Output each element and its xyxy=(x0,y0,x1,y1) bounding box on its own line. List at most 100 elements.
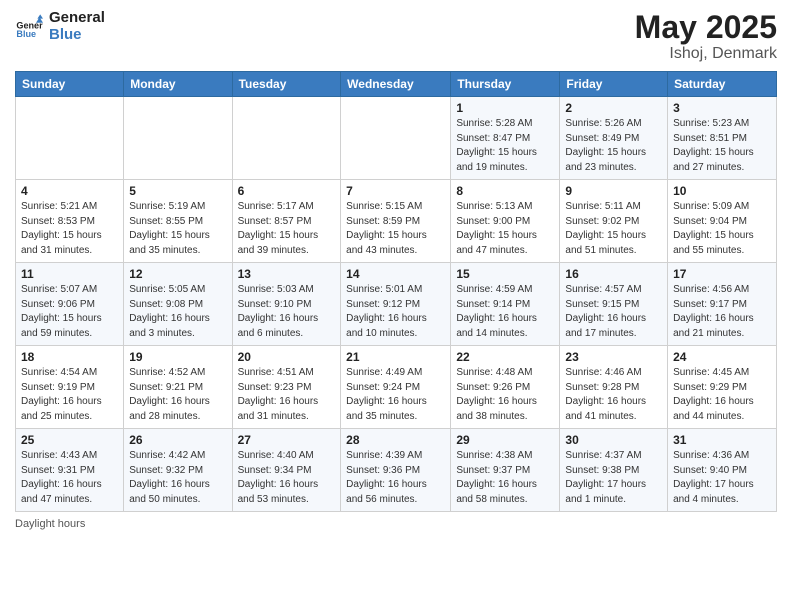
day-number: 17 xyxy=(673,267,771,281)
calendar-day-8: 8 Sunrise: 5:13 AM Sunset: 9:00 PM Daylig… xyxy=(451,180,560,263)
day-info: Sunrise: 4:42 AM Sunset: 9:32 PM Dayligh… xyxy=(129,449,226,507)
day-number: 26 xyxy=(129,433,226,447)
calendar-day-26: 26 Sunrise: 4:42 AM Sunset: 9:32 PM Dayli… xyxy=(124,429,232,512)
footer: Daylight hours xyxy=(15,518,777,530)
day-number: 1 xyxy=(456,101,554,115)
day-number: 11 xyxy=(21,267,118,281)
day-number: 3 xyxy=(673,101,771,115)
day-info: Sunrise: 5:21 AM Sunset: 8:53 PM Dayligh… xyxy=(21,200,118,258)
day-info: Sunrise: 4:43 AM Sunset: 9:31 PM Dayligh… xyxy=(21,449,118,507)
day-number: 7 xyxy=(346,184,445,198)
day-info: Sunrise: 5:11 AM Sunset: 9:02 PM Dayligh… xyxy=(565,200,662,258)
day-info: Sunrise: 5:15 AM Sunset: 8:59 PM Dayligh… xyxy=(346,200,445,258)
day-number: 5 xyxy=(129,184,226,198)
calendar-week-2: 4 Sunrise: 5:21 AM Sunset: 8:53 PM Daylig… xyxy=(16,180,777,263)
weekday-header-sunday: Sunday xyxy=(16,72,124,97)
day-info: Sunrise: 4:40 AM Sunset: 9:34 PM Dayligh… xyxy=(238,449,336,507)
empty-day xyxy=(124,97,232,180)
calendar-week-3: 11 Sunrise: 5:07 AM Sunset: 9:06 PM Dayli… xyxy=(16,263,777,346)
day-info: Sunrise: 5:19 AM Sunset: 8:55 PM Dayligh… xyxy=(129,200,226,258)
calendar-day-4: 4 Sunrise: 5:21 AM Sunset: 8:53 PM Daylig… xyxy=(16,180,124,263)
day-info: Sunrise: 5:17 AM Sunset: 8:57 PM Dayligh… xyxy=(238,200,336,258)
weekday-header-tuesday: Tuesday xyxy=(232,72,341,97)
day-number: 23 xyxy=(565,350,662,364)
calendar-day-24: 24 Sunrise: 4:45 AM Sunset: 9:29 PM Dayli… xyxy=(668,346,777,429)
weekday-header-friday: Friday xyxy=(560,72,668,97)
day-number: 21 xyxy=(346,350,445,364)
calendar-day-10: 10 Sunrise: 5:09 AM Sunset: 9:04 PM Dayli… xyxy=(668,180,777,263)
calendar-day-27: 27Sunrise: 4:40 AM Sunset: 9:34 PM Dayli… xyxy=(232,429,341,512)
day-info: Sunrise: 4:46 AM Sunset: 9:28 PM Dayligh… xyxy=(565,366,662,424)
weekday-header-monday: Monday xyxy=(124,72,232,97)
calendar-day-28: 28 Sunrise: 4:39 AM Sunset: 9:36 PM Dayli… xyxy=(341,429,451,512)
day-number: 19 xyxy=(129,350,226,364)
day-info: Sunrise: 5:05 AM Sunset: 9:08 PM Dayligh… xyxy=(129,283,226,341)
day-info: Sunrise: 4:57 AM Sunset: 9:15 PM Dayligh… xyxy=(565,283,662,341)
day-number: 6 xyxy=(238,184,336,198)
calendar-day-30: 30 Sunrise: 4:37 AM Sunset: 9:38 PM Dayli… xyxy=(560,429,668,512)
day-number: 9 xyxy=(565,184,662,198)
calendar-day-14: 14 Sunrise: 5:01 AM Sunset: 9:12 PM Dayli… xyxy=(341,263,451,346)
logo-blue: Blue xyxy=(49,27,105,44)
day-info: Sunrise: 4:36 AM Sunset: 9:40 PM Dayligh… xyxy=(673,449,771,507)
day-number: 29 xyxy=(456,433,554,447)
day-info: Sunrise: 4:37 AM Sunset: 9:38 PM Dayligh… xyxy=(565,449,662,507)
day-number: 14 xyxy=(346,267,445,281)
day-info: Sunrise: 5:07 AM Sunset: 9:06 PM Dayligh… xyxy=(21,283,118,341)
day-info: Sunrise: 5:13 AM Sunset: 9:00 PM Dayligh… xyxy=(456,200,554,258)
day-info: Sunrise: 4:38 AM Sunset: 9:37 PM Dayligh… xyxy=(456,449,554,507)
day-number: 25 xyxy=(21,433,118,447)
calendar-day-17: 17 Sunrise: 4:56 AM Sunset: 9:17 PM Dayli… xyxy=(668,263,777,346)
calendar-day-16: 16Sunrise: 4:57 AM Sunset: 9:15 PM Dayli… xyxy=(560,263,668,346)
day-number: 31 xyxy=(673,433,771,447)
day-number: 22 xyxy=(456,350,554,364)
calendar-day-9: 9 Sunrise: 5:11 AM Sunset: 9:02 PM Daylig… xyxy=(560,180,668,263)
day-info: Sunrise: 5:01 AM Sunset: 9:12 PM Dayligh… xyxy=(346,283,445,341)
calendar-day-11: 11 Sunrise: 5:07 AM Sunset: 9:06 PM Dayli… xyxy=(16,263,124,346)
calendar-day-2: 2 Sunrise: 5:26 AM Sunset: 8:49 PM Daylig… xyxy=(560,97,668,180)
calendar-day-12: 12 Sunrise: 5:05 AM Sunset: 9:08 PM Dayli… xyxy=(124,263,232,346)
calendar-day-18: 18Sunrise: 4:54 AM Sunset: 9:19 PM Dayli… xyxy=(16,346,124,429)
day-info: Sunrise: 5:23 AM Sunset: 8:51 PM Dayligh… xyxy=(673,117,771,175)
day-info: Sunrise: 5:09 AM Sunset: 9:04 PM Dayligh… xyxy=(673,200,771,258)
day-info: Sunrise: 4:56 AM Sunset: 9:17 PM Dayligh… xyxy=(673,283,771,341)
day-number: 15 xyxy=(456,267,554,281)
day-number: 12 xyxy=(129,267,226,281)
day-number: 30 xyxy=(565,433,662,447)
day-info: Sunrise: 5:26 AM Sunset: 8:49 PM Dayligh… xyxy=(565,117,662,175)
day-info: Sunrise: 4:39 AM Sunset: 9:36 PM Dayligh… xyxy=(346,449,445,507)
page: General Blue General Blue May 2025 Ishoj… xyxy=(0,0,792,612)
day-number: 4 xyxy=(21,184,118,198)
location-title: Ishoj, Denmark xyxy=(635,45,777,63)
calendar-day-21: 21Sunrise: 4:49 AM Sunset: 9:24 PM Dayli… xyxy=(341,346,451,429)
title-block: May 2025 Ishoj, Denmark xyxy=(635,10,777,63)
day-number: 10 xyxy=(673,184,771,198)
day-info: Sunrise: 4:45 AM Sunset: 9:29 PM Dayligh… xyxy=(673,366,771,424)
calendar-week-5: 25 Sunrise: 4:43 AM Sunset: 9:31 PM Dayli… xyxy=(16,429,777,512)
calendar-day-1: 1Sunrise: 5:28 AM Sunset: 8:47 PM Daylig… xyxy=(451,97,560,180)
month-title: May 2025 xyxy=(635,10,777,45)
day-number: 20 xyxy=(238,350,336,364)
day-number: 24 xyxy=(673,350,771,364)
day-number: 13 xyxy=(238,267,336,281)
daylight-label: Daylight hours xyxy=(15,518,85,530)
calendar-day-25: 25 Sunrise: 4:43 AM Sunset: 9:31 PM Dayli… xyxy=(16,429,124,512)
weekday-header-row: SundayMondayTuesdayWednesdayThursdayFrid… xyxy=(16,72,777,97)
calendar-day-6: 6 Sunrise: 5:17 AM Sunset: 8:57 PM Daylig… xyxy=(232,180,341,263)
logo-icon: General Blue xyxy=(15,13,43,41)
weekday-header-thursday: Thursday xyxy=(451,72,560,97)
day-number: 2 xyxy=(565,101,662,115)
logo: General Blue General Blue xyxy=(15,10,105,43)
calendar-day-5: 5 Sunrise: 5:19 AM Sunset: 8:55 PM Daylig… xyxy=(124,180,232,263)
day-info: Sunrise: 4:52 AM Sunset: 9:21 PM Dayligh… xyxy=(129,366,226,424)
logo-general: General xyxy=(49,10,105,27)
calendar-day-15: 15Sunrise: 4:59 AM Sunset: 9:14 PM Dayli… xyxy=(451,263,560,346)
day-number: 28 xyxy=(346,433,445,447)
calendar-day-31: 31 Sunrise: 4:36 AM Sunset: 9:40 PM Dayli… xyxy=(668,429,777,512)
calendar-day-23: 23 Sunrise: 4:46 AM Sunset: 9:28 PM Dayli… xyxy=(560,346,668,429)
empty-day xyxy=(341,97,451,180)
day-info: Sunrise: 4:51 AM Sunset: 9:23 PM Dayligh… xyxy=(238,366,336,424)
empty-day xyxy=(232,97,341,180)
day-number: 8 xyxy=(456,184,554,198)
header: General Blue General Blue May 2025 Ishoj… xyxy=(15,10,777,63)
